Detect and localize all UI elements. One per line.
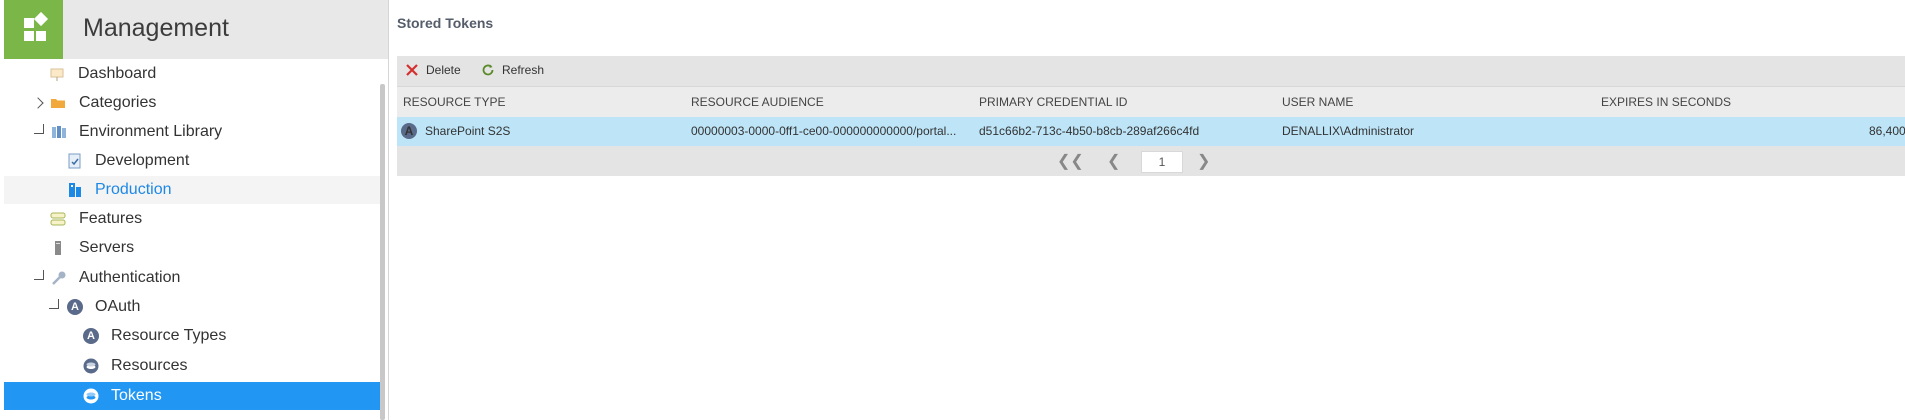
page-title: Stored Tokens xyxy=(397,15,494,31)
dashboard-icon xyxy=(50,68,64,81)
sidebar-item-servers[interactable]: Servers xyxy=(4,234,384,262)
sidebar-item-label: Environment Library xyxy=(79,123,223,140)
sidebar-item-features[interactable]: Features xyxy=(4,205,384,233)
collapse-icon[interactable] xyxy=(49,299,59,309)
main-content: Stored Tokens Delete Refresh RESOURCE TY… xyxy=(389,0,1905,420)
sidebar-item-dashboard[interactable]: Dashboard xyxy=(4,60,384,88)
sidebar-item-oauth[interactable]: A OAuth xyxy=(4,293,384,321)
sidebar-item-label: Features xyxy=(79,210,143,227)
sidebar-item-resource-types[interactable]: A Resource Types xyxy=(4,322,384,350)
sidebar-item-resources[interactable]: Resources xyxy=(4,352,384,380)
delete-icon xyxy=(406,64,418,76)
folder-icon xyxy=(51,99,65,108)
collapse-icon[interactable] xyxy=(34,124,44,134)
page-number-input[interactable]: 1 xyxy=(1141,151,1183,173)
app-launcher-icon[interactable] xyxy=(4,0,63,59)
resources-icon xyxy=(83,358,99,374)
sidebar-item-label: OAuth xyxy=(95,298,141,315)
cell-user-name: DENALLIX\Administrator xyxy=(1282,124,1415,138)
refresh-label: Refresh xyxy=(502,63,545,77)
resource-type-icon: A xyxy=(401,123,417,139)
column-header-user-name[interactable]: USER NAME xyxy=(1282,95,1353,109)
cell-expires-in-seconds: 86,400 xyxy=(1869,124,1905,138)
expand-icon[interactable] xyxy=(32,97,44,109)
column-header-resource-type[interactable]: RESOURCE TYPE xyxy=(403,95,505,109)
library-icon xyxy=(52,126,66,138)
sidebar-item-categories[interactable]: Categories xyxy=(4,89,384,117)
sidebar-item-label: Authentication xyxy=(79,269,181,286)
oauth-icon: A xyxy=(67,299,83,315)
sidebar-item-authentication[interactable]: Authentication xyxy=(4,264,384,292)
sidebar-item-development[interactable]: Development xyxy=(4,147,384,175)
sidebar-item-label: Categories xyxy=(79,94,157,111)
server-icon xyxy=(55,241,61,255)
grid-header: RESOURCE TYPE RESOURCE AUDIENCE PRIMARY … xyxy=(397,86,1905,117)
table-row[interactable]: A SharePoint S2S 00000003-0000-0ff1-ce00… xyxy=(397,117,1905,146)
features-icon xyxy=(50,212,66,226)
sidebar-item-label: Production xyxy=(95,181,172,198)
refresh-icon xyxy=(482,64,494,76)
sidebar-item-label: Dashboard xyxy=(78,65,157,82)
key-icon xyxy=(52,271,66,285)
collapse-icon[interactable] xyxy=(34,270,44,280)
sidebar-item-production[interactable]: Production xyxy=(4,176,384,204)
toolbar: Delete Refresh xyxy=(397,56,1905,86)
sidebar-item-environment-library[interactable]: Environment Library xyxy=(4,118,384,146)
cell-resource-type: SharePoint S2S xyxy=(425,124,511,138)
delete-label: Delete xyxy=(426,63,461,77)
first-page-icon[interactable]: ❮❮ xyxy=(1057,151,1084,171)
sidebar-item-label: Development xyxy=(95,152,190,169)
sidebar-item-label: Tokens xyxy=(111,387,162,404)
app-header: Management xyxy=(4,0,388,59)
column-header-expires-in-seconds[interactable]: EXPIRES IN SECONDS xyxy=(1601,95,1731,109)
sidebar-item-label: Servers xyxy=(79,239,135,256)
pager: ❮❮ ❮ 1 ❯ xyxy=(397,146,1905,176)
development-icon xyxy=(68,153,81,169)
sidebar: Management Dashboard Categories Environm… xyxy=(0,0,389,420)
app-title: Management xyxy=(83,14,229,42)
sidebar-item-label: Resources xyxy=(111,357,188,374)
next-page-icon[interactable]: ❯ xyxy=(1197,151,1210,171)
previous-page-icon[interactable]: ❮ xyxy=(1107,151,1120,171)
resource-type-icon: A xyxy=(83,328,99,344)
cell-primary-credential-id: d51c66b2-713c-4b50-b8cb-289af266c4fd xyxy=(979,124,1200,138)
refresh-button[interactable]: Refresh xyxy=(481,63,544,77)
sidebar-item-tokens[interactable]: Tokens xyxy=(4,382,384,410)
tokens-icon xyxy=(83,388,99,404)
delete-button[interactable]: Delete xyxy=(405,63,461,77)
cell-resource-audience: 00000003-0000-0ff1-ce00-000000000000/por… xyxy=(691,124,957,138)
sidebar-item-label: Resource Types xyxy=(111,327,227,344)
sidebar-scrollbar[interactable] xyxy=(380,84,385,420)
column-header-primary-credential-id[interactable]: PRIMARY CREDENTIAL ID xyxy=(979,95,1127,109)
column-header-resource-audience[interactable]: RESOURCE AUDIENCE xyxy=(691,95,824,109)
production-icon xyxy=(69,183,81,197)
